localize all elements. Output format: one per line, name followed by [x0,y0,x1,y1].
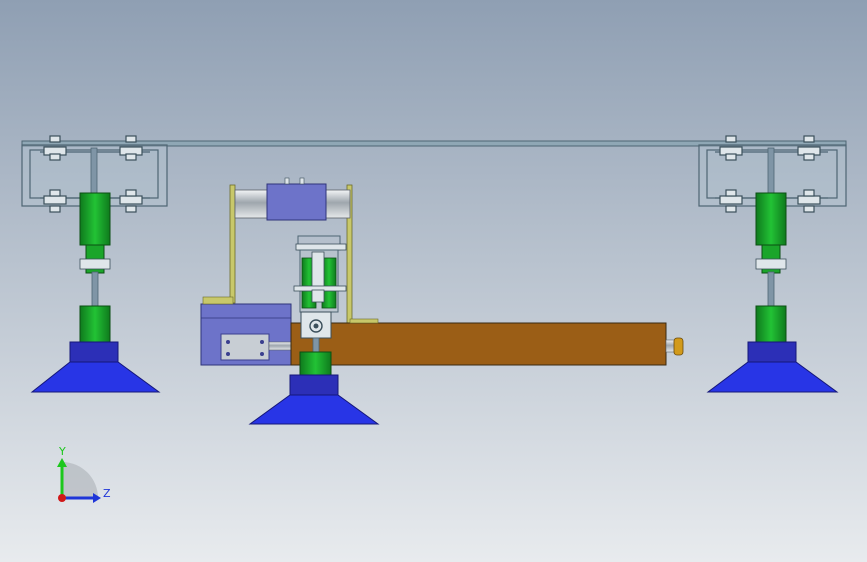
left-piston-rod [91,271,99,307]
cad-viewport[interactable]: Y Z [0,0,867,562]
right-guide-rod [767,147,775,194]
center-cup-holder [299,351,332,377]
center-cup-collar [289,374,339,396]
left-cup-collar [69,341,119,363]
right-cylinder[interactable] [755,192,787,246]
left-cup-holder [79,305,111,343]
viewport-background [0,0,867,562]
linear-slide[interactable] [290,318,684,366]
triad-z-label: Z [103,487,111,500]
right-cup-collar [747,341,797,363]
drive-motor-block[interactable] [200,296,292,366]
right-piston-rod [767,271,775,307]
motor-mount-plate [220,333,270,361]
triad-y-label: Y [58,445,66,458]
right-clevis-pin [755,258,787,270]
left-cylinder[interactable] [79,192,111,246]
left-guide-rod [90,147,98,194]
slide-end-knob[interactable] [673,337,684,356]
assembly-scene[interactable]: Y Z [0,0,867,562]
left-clevis-pin [79,258,111,270]
motor-shaft [268,341,292,351]
center-cylinder-block[interactable] [266,183,327,221]
triad-origin [58,494,66,502]
right-cup-holder [755,305,787,343]
center-vertical-actuator[interactable] [293,235,347,313]
